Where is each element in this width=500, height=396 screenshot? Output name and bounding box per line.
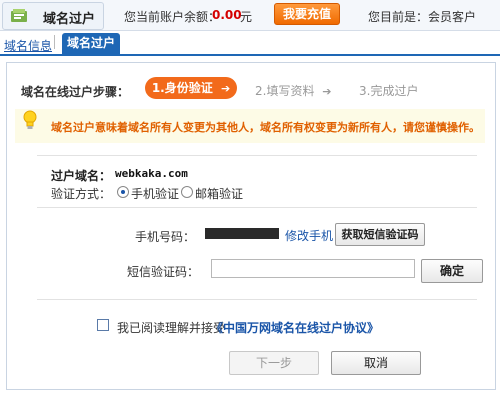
section-divider bbox=[37, 207, 477, 208]
agreement-text: 我已阅读理解并接受 bbox=[117, 321, 226, 335]
sms-code-input[interactable] bbox=[211, 259, 415, 278]
tab-divider bbox=[54, 35, 55, 49]
radio-phone-verify[interactable] bbox=[117, 186, 129, 198]
tab-bar: 域名信息 域名过户 bbox=[0, 32, 500, 56]
change-phone-link[interactable]: 修改手机 bbox=[285, 227, 333, 244]
section-divider bbox=[37, 155, 477, 156]
arrow-right-icon: ➔ bbox=[220, 82, 231, 95]
app-title-box: 域名过户 bbox=[2, 2, 104, 30]
verify-method-label: 验证方式： bbox=[51, 187, 112, 201]
agreement-link[interactable]: 《中国万网域名在线过户协议》 bbox=[211, 319, 379, 336]
step2-label: 2.填写资料 bbox=[255, 84, 315, 98]
sms-code-label: 短信验证码： bbox=[127, 265, 200, 279]
lightbulb-icon bbox=[23, 110, 37, 129]
balance-amount: 0.00 bbox=[212, 8, 242, 22]
step-fill-info: 2.填写资料 ➔ bbox=[255, 82, 332, 99]
step-complete: 3.完成过户 bbox=[359, 82, 418, 99]
tab-domain-info[interactable]: 域名信息 bbox=[4, 37, 52, 54]
top-header: 域名过户 您当前账户余额： 0.00 元 我要充值 您目前是：会员客户 bbox=[0, 0, 500, 31]
page-title: 域名过户 bbox=[43, 12, 96, 27]
balance-unit: 元 bbox=[240, 10, 253, 24]
agreement-checkbox[interactable] bbox=[97, 319, 109, 331]
radio-email-label[interactable]: 邮箱验证 bbox=[195, 185, 243, 202]
radio-email-verify[interactable] bbox=[181, 186, 193, 198]
member-status: 您目前是：会员客户 bbox=[368, 10, 477, 24]
domain-label: 过户域名： bbox=[51, 169, 112, 183]
cancel-button[interactable]: 取消 bbox=[331, 351, 421, 375]
steps-label: 域名在线过户步骤： bbox=[21, 85, 130, 99]
arrow-right-icon: ➔ bbox=[322, 85, 332, 98]
next-step-button[interactable]: 下一步 bbox=[229, 351, 319, 375]
notice-text: 域名过户意味着域名所有人变更为其他人，域名所有权变更为新所有人，请您谨慎操作。 bbox=[51, 121, 480, 134]
phone-label: 手机号码： bbox=[135, 230, 196, 244]
radio-phone-label[interactable]: 手机验证 bbox=[131, 185, 179, 202]
tab-domain-transfer[interactable]: 域名过户 bbox=[62, 33, 120, 54]
get-sms-code-button[interactable]: 获取短信验证码 bbox=[335, 223, 425, 246]
domain-app-icon bbox=[11, 9, 27, 22]
confirm-button[interactable]: 确定 bbox=[421, 259, 483, 283]
transfer-panel: 域名在线过户步骤： 1.身份验证 ➔ 2.填写资料 ➔ 3.完成过户 域名过户意… bbox=[6, 62, 496, 390]
step-identity-verification: 1.身份验证 ➔ bbox=[145, 77, 237, 99]
balance-label: 您当前账户余额： bbox=[124, 10, 221, 24]
step1-label: 1.身份验证 bbox=[151, 81, 213, 95]
section-divider bbox=[37, 299, 477, 300]
recharge-button[interactable]: 我要充值 bbox=[274, 3, 340, 25]
step3-label: 3.完成过户 bbox=[359, 84, 419, 98]
domain-value: webkaka.com bbox=[115, 167, 188, 180]
phone-number-masked bbox=[205, 228, 279, 239]
